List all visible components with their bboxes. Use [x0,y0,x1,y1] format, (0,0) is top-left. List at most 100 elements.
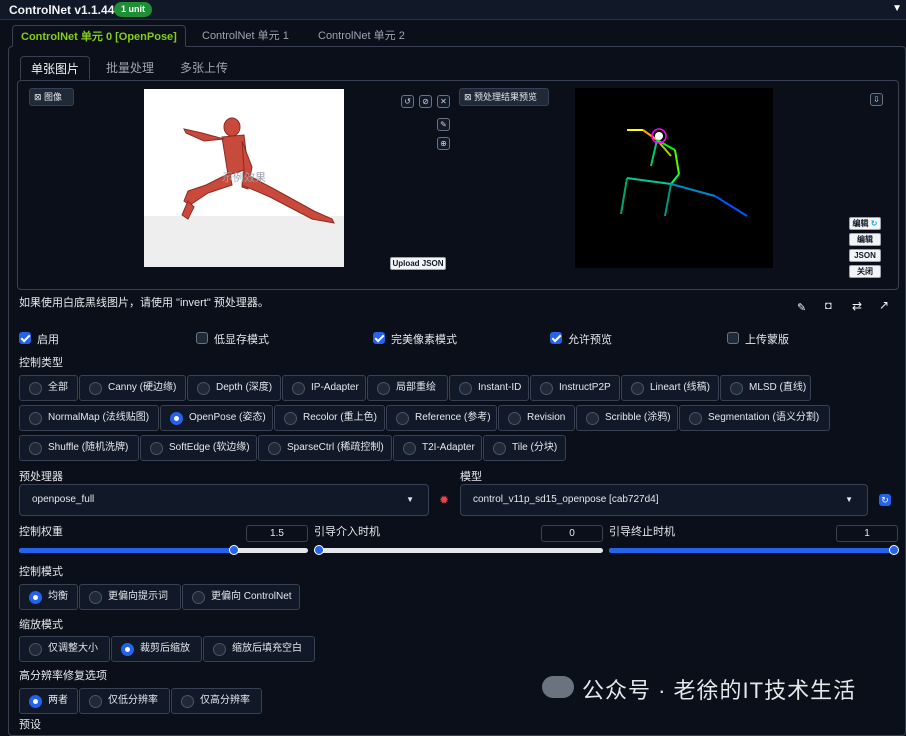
tab-unit-2[interactable]: ControlNet 单元 2 [310,25,413,47]
pose-preview-image[interactable] [575,88,773,268]
end-step-input[interactable]: 1 [836,525,898,542]
pixel-perfect-checkbox[interactable] [373,332,385,344]
camera-switch-icon[interactable]: ⊕ [437,137,450,150]
control-type-option-selected[interactable]: OpenPose (姿态) [160,405,273,431]
resize-mode-fill[interactable]: 缩放后填充空白 [203,636,315,662]
control-type-option[interactable]: Instant-ID [449,375,529,401]
chevron-down-icon: ▼ [845,495,853,504]
resize-mode-crop[interactable]: 裁剪后缩放 [111,636,202,662]
control-type-option[interactable]: Segmentation (语义分割) [679,405,830,431]
control-type-option[interactable]: 局部重绘 [367,375,448,401]
control-type-option[interactable]: Revision [498,405,575,431]
slider-knob[interactable] [889,545,899,555]
edit-button[interactable]: 编辑 ↻ [849,217,881,230]
control-mode-controlnet[interactable]: 更偏向 ControlNet [182,584,300,610]
image-watermark-text: 示例效果 [222,170,266,184]
refresh-icon: ↻ [868,219,878,228]
control-type-option[interactable]: T2I-Adapter [393,435,482,461]
control-type-option[interactable]: 全部 [19,375,78,401]
preprocessor-label: 预处理器 [19,471,63,483]
control-type-option[interactable]: IP-Adapter [282,375,366,401]
slider-knob[interactable] [229,545,239,555]
send-icon[interactable]: ↗ [879,298,889,312]
preprocessor-dropdown[interactable]: openpose_full ▼ [19,484,429,516]
resize-mode-just-resize[interactable]: 仅调整大小 [19,636,110,662]
download-icon[interactable]: ⇩ [870,93,883,106]
slider-fill [19,548,234,553]
muscle-figure: 示例效果 [181,117,335,224]
start-step-label: 引导介入时机 [314,526,380,538]
slider-knob[interactable] [314,545,324,555]
slider-fill [609,548,898,553]
end-step-slider[interactable] [609,545,899,555]
app-title: ControlNet v1.1.445 [9,3,122,17]
camera-icon[interactable]: ◘ [825,300,832,312]
wechat-icon [542,676,574,698]
json-button[interactable]: JSON [849,249,881,262]
preview-label: ⊠ 预处理结果预览 [459,88,549,106]
control-type-option[interactable]: Canny (硬边缘) [79,375,186,401]
control-type-option[interactable]: Lineart (线稿) [621,375,719,401]
refresh-models-icon[interactable]: ↻ [879,494,891,506]
tab-unit-0[interactable]: ControlNet 单元 0 [OpenPose] [12,25,186,47]
upload-mask-checkbox[interactable] [727,332,739,344]
swap-icon[interactable]: ⇄ [852,299,862,313]
tab-unit-1[interactable]: ControlNet 单元 1 [194,25,297,47]
hires-label: 高分辨率修复选项 [19,670,107,682]
end-step-label: 引导终止时机 [609,526,675,538]
upload-mask-label: 上传蒙版 [745,334,789,346]
image-icon: ⊠ [34,92,45,102]
control-weight-input[interactable]: 1.5 [246,525,308,542]
collapse-triangle-icon[interactable]: ▼ [892,3,902,14]
edit-button-2[interactable]: 编辑 [849,233,881,246]
hires-high-only[interactable]: 仅高分辨率 [171,688,262,714]
undo-icon[interactable]: ↺ [401,95,414,108]
close-icon[interactable]: ✕ [437,95,450,108]
control-weight-label: 控制权重 [19,526,63,538]
control-type-option[interactable]: SparseCtrl (稀疏控制) [258,435,392,461]
control-mode-label: 控制模式 [19,566,63,578]
control-type-option[interactable]: InstructP2P [530,375,620,401]
control-type-label: 控制类型 [19,357,63,369]
control-type-option[interactable]: Shuffle (随机洗牌) [19,435,139,461]
control-mode-prompt[interactable]: 更偏向提示词 [79,584,181,610]
control-type-option[interactable]: NormalMap (法线贴图) [19,405,159,431]
image-icon: ⊠ [464,92,475,102]
enable-label: 启用 [37,334,59,346]
control-weight-slider[interactable] [19,545,308,555]
edit-pen-icon[interactable]: ✎ [437,118,450,131]
pixel-perfect-label: 完美像素模式 [391,334,457,346]
lowvram-label: 低显存模式 [214,334,269,346]
close-button[interactable]: 关闭 [849,265,881,278]
control-type-option[interactable]: Tile (分块) [483,435,566,461]
control-type-option[interactable]: SoftEdge (软边缘) [140,435,257,461]
control-type-option[interactable]: Recolor (重上色) [274,405,385,431]
control-type-option[interactable]: MLSD (直线) [720,375,811,401]
control-type-option[interactable]: Depth (深度) [187,375,281,401]
lowvram-checkbox[interactable] [196,332,208,344]
source-image[interactable]: 示例效果 [144,89,344,267]
control-type-option[interactable]: Scribble (涂鸦) [576,405,678,431]
start-step-slider[interactable] [314,545,603,555]
model-dropdown[interactable]: control_v11p_sd15_openpose [cab727d4] ▼ [460,484,868,516]
enable-checkbox[interactable] [19,332,31,344]
explosion-run-icon[interactable]: ✹ [439,493,449,507]
brush-icon[interactable]: ⊘ [419,95,432,108]
subtab-multi-upload[interactable]: 多张上传 [170,56,238,80]
allow-preview-checkbox[interactable] [550,332,562,344]
resize-mode-label: 缩放模式 [19,619,63,631]
image-label: ⊠ 图像 [29,88,74,106]
model-label: 模型 [460,471,482,483]
watermark-text: 公众号 · 老徐的IT技术生活 [582,678,857,703]
hires-low-only[interactable]: 仅低分辨率 [79,688,170,714]
control-mode-balanced[interactable]: 均衡 [19,584,78,610]
hires-both[interactable]: 两者 [19,688,78,714]
subtab-single-image[interactable]: 单张图片 [20,56,91,80]
upload-json-button[interactable]: Upload JSON [390,257,446,270]
preset-label: 预设 [19,719,41,731]
subtab-batch[interactable]: 批量处理 [96,56,164,80]
control-type-option[interactable]: Reference (参考) [386,405,497,431]
start-step-input[interactable]: 0 [541,525,603,542]
allow-preview-label: 允许预览 [568,334,612,346]
notes-icon[interactable]: ✎ [797,301,806,314]
